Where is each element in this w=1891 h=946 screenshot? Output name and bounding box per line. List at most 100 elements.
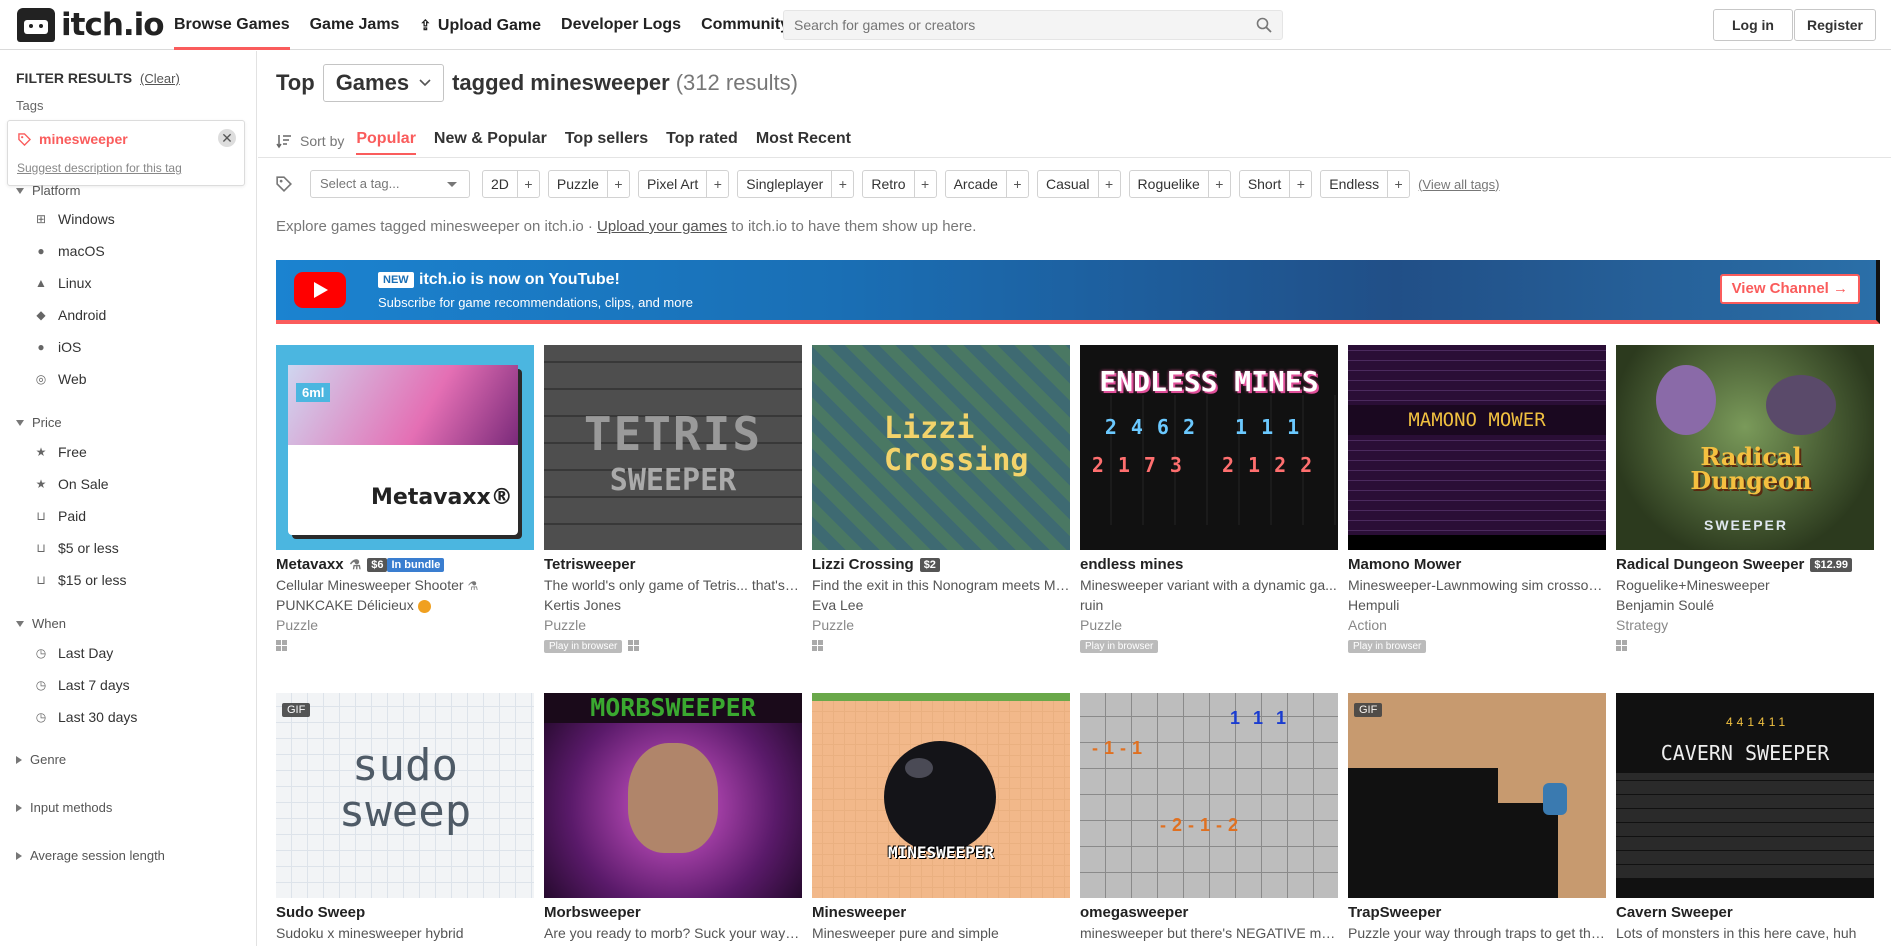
tag-link[interactable]: Singleplayer (738, 171, 831, 197)
sort-most-recent[interactable]: Most Recent (756, 127, 851, 155)
itch-logo[interactable]: itch.io (17, 7, 165, 43)
tag-link[interactable]: 2D (483, 171, 517, 197)
art-text-2: SWEEPER (609, 463, 737, 498)
platform-android[interactable]: ◆ Android (34, 307, 106, 323)
remove-tag-icon[interactable]: ✕ (218, 129, 236, 147)
game-cell: CAVERN SWEEPER 441411 Cavern Sweeper Lot… (1616, 693, 1874, 941)
game-title-link[interactable]: Sudo Sweep (276, 904, 365, 921)
tag-link[interactable]: Casual (1038, 171, 1098, 197)
game-thumbnail[interactable]: Radical Dungeon SWEEPER (1616, 345, 1874, 550)
selected-tag[interactable]: minesweeper (18, 131, 128, 147)
platform-section-toggle[interactable]: Platform (16, 183, 80, 198)
login-button[interactable]: Log in (1713, 9, 1793, 41)
monster-shape (1766, 375, 1836, 435)
add-tag-icon[interactable]: + (1289, 171, 1311, 197)
game-title-link[interactable]: omegasweeper (1080, 904, 1188, 921)
price-on-sale[interactable]: ★ On Sale (34, 476, 109, 492)
game-title-link[interactable]: Morbsweeper (544, 904, 641, 921)
price-5-or-less[interactable]: ⊔ $5 or less (34, 540, 118, 556)
price-section-toggle[interactable]: Price (16, 415, 62, 430)
clear-filters-link[interactable]: (Clear) (140, 71, 180, 86)
tag-select-dropdown[interactable]: Select a tag... (310, 170, 470, 198)
game-title-link[interactable]: Radical Dungeon Sweeper (1616, 556, 1804, 573)
game-title-link[interactable]: TrapSweeper (1348, 904, 1441, 921)
game-author[interactable]: PUNKCAKE Délicieux (276, 597, 534, 613)
add-tag-icon[interactable]: + (706, 171, 728, 197)
game-title-link[interactable]: Cavern Sweeper (1616, 904, 1733, 921)
view-all-tags-link[interactable]: (View all tags) (1418, 177, 1499, 192)
nav-developer-logs[interactable]: Developer Logs (561, 0, 681, 50)
add-tag-icon[interactable]: + (913, 171, 936, 197)
game-thumbnail[interactable]: MINESWEEPER (812, 693, 1070, 898)
platform-ios[interactable]: ● iOS (34, 339, 81, 355)
art-text: CAVERN SWEEPER (1660, 741, 1830, 765)
when-section-toggle[interactable]: When (16, 616, 66, 631)
add-tag-icon[interactable]: + (606, 171, 629, 197)
when-last-day[interactable]: ◷ Last Day (34, 645, 114, 661)
game-author[interactable]: Kertis Jones (544, 597, 802, 613)
add-tag-icon[interactable]: + (516, 171, 539, 197)
tag-link[interactable]: Short (1240, 171, 1289, 197)
search-input[interactable] (784, 11, 1224, 39)
sort-popular[interactable]: Popular (356, 127, 416, 155)
add-tag-icon[interactable]: + (1387, 171, 1409, 197)
box-title: Metavaxx® (371, 485, 513, 510)
tag-link[interactable]: Endless (1321, 171, 1387, 197)
tag-link[interactable]: Roguelike (1130, 171, 1208, 197)
session-length-toggle[interactable]: Average session length (16, 848, 165, 863)
sort-top-rated[interactable]: Top rated (666, 127, 738, 155)
nav-upload-game[interactable]: ⇪ Upload Game (419, 0, 541, 50)
game-title-link[interactable]: Tetrisweeper (544, 556, 635, 573)
sort-new-popular[interactable]: New & Popular (434, 127, 547, 155)
input-methods-toggle[interactable]: Input methods (16, 800, 112, 815)
suggest-description-link[interactable]: Suggest description for this tag (17, 161, 182, 175)
add-tag-icon[interactable]: + (1097, 171, 1120, 197)
when-last-30-days[interactable]: ◷ Last 30 days (34, 709, 138, 725)
game-thumbnail[interactable]: GIF sudo sweep (276, 693, 534, 898)
tag-link[interactable]: Pixel Art (639, 171, 706, 197)
game-title-link[interactable]: Lizzi Crossing (812, 556, 914, 573)
tag-link[interactable]: Arcade (946, 171, 1006, 197)
games-type-select[interactable]: Games (322, 64, 445, 102)
game-author[interactable]: Eva Lee (812, 597, 1070, 613)
price-15-or-less[interactable]: ⊔ $15 or less (34, 572, 126, 588)
platform-windows[interactable]: ⊞ Windows (34, 211, 115, 227)
add-tag-icon[interactable]: + (1005, 171, 1028, 197)
game-author[interactable]: ruin (1080, 597, 1338, 613)
game-title-link[interactable]: Metavaxx (276, 556, 344, 573)
price-paid[interactable]: ⊔ Paid (34, 508, 86, 524)
price-free[interactable]: ★ Free (34, 444, 87, 460)
tag-link[interactable]: Puzzle (549, 171, 607, 197)
platform-linux[interactable]: ▲ Linux (34, 275, 91, 291)
nav-game-jams[interactable]: Game Jams (310, 0, 400, 50)
game-title-link[interactable]: Mamono Mower (1348, 556, 1461, 573)
search-icon[interactable] (1256, 17, 1272, 33)
genre-section-toggle[interactable]: Genre (16, 752, 66, 767)
game-title-link[interactable]: Minesweeper (812, 904, 906, 921)
game-thumbnail[interactable]: TETRIS SWEEPER (544, 345, 802, 550)
game-author[interactable]: Hempuli (1348, 597, 1606, 613)
game-thumbnail[interactable]: 111 -1-1 -2-1-2 (1080, 693, 1338, 898)
add-tag-icon[interactable]: + (1207, 171, 1230, 197)
platform-macos[interactable]: ● macOS (34, 243, 104, 259)
game-thumbnail[interactable]: MORBSWEEPER (544, 693, 802, 898)
sort-top-sellers[interactable]: Top sellers (565, 127, 648, 155)
add-tag-icon[interactable]: + (831, 171, 853, 197)
game-thumbnail[interactable]: Lizzi Crossing (812, 345, 1070, 550)
register-button[interactable]: Register (1794, 9, 1876, 41)
game-thumbnail[interactable]: ENDLESS MINES 2462 111 2173 2122 (1080, 345, 1338, 550)
game-title-link[interactable]: endless mines (1080, 556, 1183, 573)
game-thumbnail[interactable]: 6ml Metavaxx® (276, 345, 534, 550)
upload-your-games-link[interactable]: Upload your games (597, 218, 727, 235)
tag-link[interactable]: Retro (863, 171, 913, 197)
game-thumbnail[interactable]: GIF (1348, 693, 1606, 898)
nav-community[interactable]: Community (701, 0, 789, 50)
game-author[interactable]: Benjamin Soulé (1616, 597, 1874, 613)
youtube-banner[interactable]: NEW itch.io is now on YouTube! Subscribe… (276, 260, 1880, 324)
game-thumbnail[interactable]: MAMONO MOWER (1348, 345, 1606, 550)
nav-browse-games[interactable]: Browse Games (174, 0, 290, 50)
game-thumbnail[interactable]: CAVERN SWEEPER 441411 (1616, 693, 1874, 898)
when-last-7-days[interactable]: ◷ Last 7 days (34, 677, 130, 693)
platform-web[interactable]: ◎ Web (34, 371, 87, 387)
view-channel-button[interactable]: View Channel → (1719, 274, 1860, 304)
